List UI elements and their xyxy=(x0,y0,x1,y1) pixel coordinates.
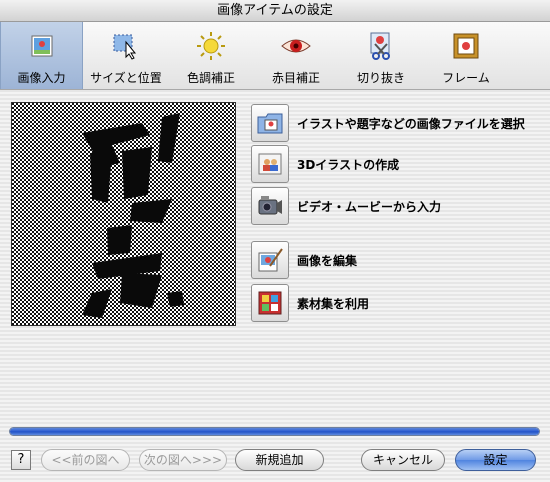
tab-label: 色調補正 xyxy=(186,71,235,85)
size-position-icon xyxy=(113,34,137,60)
tab-frame[interactable]: フレーム xyxy=(424,22,508,89)
window-title: 画像アイテムの設定 xyxy=(0,0,550,22)
action-label: 3Dイラストの作成 xyxy=(297,158,400,172)
crop-icon xyxy=(370,32,390,60)
progress-fill xyxy=(10,428,539,435)
action-label: 素材集を利用 xyxy=(297,297,370,311)
video-input-action[interactable]: ビデオ・ムービーから入力 xyxy=(251,187,550,225)
action-label: ビデオ・ムービーから入力 xyxy=(297,200,442,214)
tab-label: 切り抜き xyxy=(356,71,405,85)
tab-size-position[interactable]: サイズと位置 xyxy=(84,22,168,89)
action-label: イラストや題字などの画像ファイルを選択 xyxy=(297,117,525,131)
previous-figure-button[interactable]: <<前の図へ xyxy=(41,449,130,471)
action-label: 画像を編集 xyxy=(297,254,358,268)
tab-label: 赤目補正 xyxy=(271,71,320,85)
red-eye-icon xyxy=(281,39,311,53)
tab-image-input[interactable]: 画像入力 xyxy=(0,22,83,89)
create-3d-illustration-button[interactable] xyxy=(251,145,289,183)
select-image-file-button[interactable] xyxy=(251,104,289,142)
video-input-button[interactable] xyxy=(251,187,289,225)
folder-image-icon xyxy=(257,113,283,134)
progress-bar xyxy=(9,427,540,436)
use-material-collection-action[interactable]: 素材集を利用 xyxy=(251,284,550,322)
add-new-button[interactable]: 新規追加 xyxy=(235,449,324,471)
help-button[interactable]: ? xyxy=(11,450,31,470)
cancel-button[interactable]: キャンセル xyxy=(361,449,445,471)
use-material-collection-button[interactable] xyxy=(251,284,289,322)
tab-crop[interactable]: 切り抜き xyxy=(339,22,423,89)
calligraphy-image xyxy=(12,103,235,325)
tab-label: サイズと位置 xyxy=(90,71,162,85)
tab-label: 画像入力 xyxy=(17,71,66,85)
frame-icon xyxy=(453,33,479,59)
next-figure-button[interactable]: 次の図へ>>> xyxy=(139,449,227,471)
color-correction-icon xyxy=(197,32,225,60)
video-camera-icon xyxy=(258,196,282,215)
material-collection-icon xyxy=(258,291,282,315)
create-3d-illustration-action[interactable]: 3Dイラストの作成 xyxy=(251,145,550,183)
tab-red-eye[interactable]: 赤目補正 xyxy=(254,22,338,89)
tab-color-correction[interactable]: 色調補正 xyxy=(169,22,253,89)
edit-image-icon xyxy=(258,248,283,272)
toolbar: 画像入力 サイズと位置 色調補正 赤目補正 切り抜き フレーム xyxy=(0,22,550,90)
3d-illustration-icon xyxy=(258,153,282,175)
edit-image-button[interactable] xyxy=(251,241,289,279)
tab-label: フレーム xyxy=(442,71,490,85)
image-preview xyxy=(11,102,236,326)
image-input-icon xyxy=(31,35,52,57)
select-image-file-action[interactable]: イラストや題字などの画像ファイルを選択 xyxy=(251,104,550,142)
edit-image-action[interactable]: 画像を編集 xyxy=(251,241,550,279)
ok-button[interactable]: 設定 xyxy=(455,449,536,471)
